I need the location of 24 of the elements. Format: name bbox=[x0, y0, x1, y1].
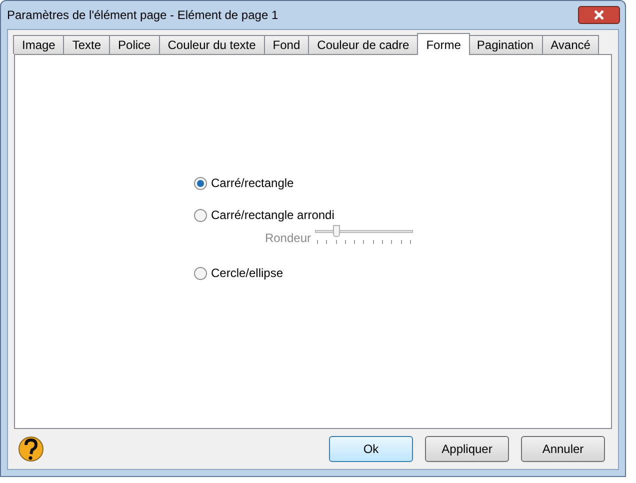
tab[interactable]: Couleur du texte bbox=[158, 35, 265, 54]
tab[interactable]: Fond bbox=[264, 35, 310, 54]
dialog-button[interactable]: Ok bbox=[329, 436, 413, 462]
radio-label: Cercle/ellipse bbox=[211, 265, 284, 282]
tab[interactable]: Avancé bbox=[542, 35, 600, 54]
slider-track[interactable] bbox=[315, 225, 413, 247]
radio-label: Carré/rectangle bbox=[211, 175, 294, 192]
tab[interactable]: Couleur de cadre bbox=[308, 35, 418, 54]
tab[interactable]: Image bbox=[13, 35, 64, 54]
tab[interactable]: Forme bbox=[417, 33, 470, 55]
tab[interactable]: Police bbox=[109, 35, 160, 54]
radio-button[interactable] bbox=[194, 208, 207, 222]
close-icon bbox=[593, 10, 605, 20]
dialog-button[interactable]: Appliquer bbox=[425, 436, 509, 462]
radio-button[interactable] bbox=[194, 266, 207, 280]
slider-label: Rondeur bbox=[264, 230, 312, 247]
window-title: Paramètres de l'élément page - Elément de page 1 bbox=[7, 7, 280, 24]
radio-button[interactable] bbox=[194, 176, 207, 190]
close-button[interactable] bbox=[578, 6, 620, 24]
dialog-button[interactable]: Annuler bbox=[521, 436, 605, 462]
tab[interactable]: Texte bbox=[63, 35, 110, 54]
tab[interactable]: Pagination bbox=[468, 35, 543, 54]
radio-label: Carré/rectangle arrondi bbox=[211, 207, 334, 224]
help-icon[interactable] bbox=[18, 435, 44, 463]
